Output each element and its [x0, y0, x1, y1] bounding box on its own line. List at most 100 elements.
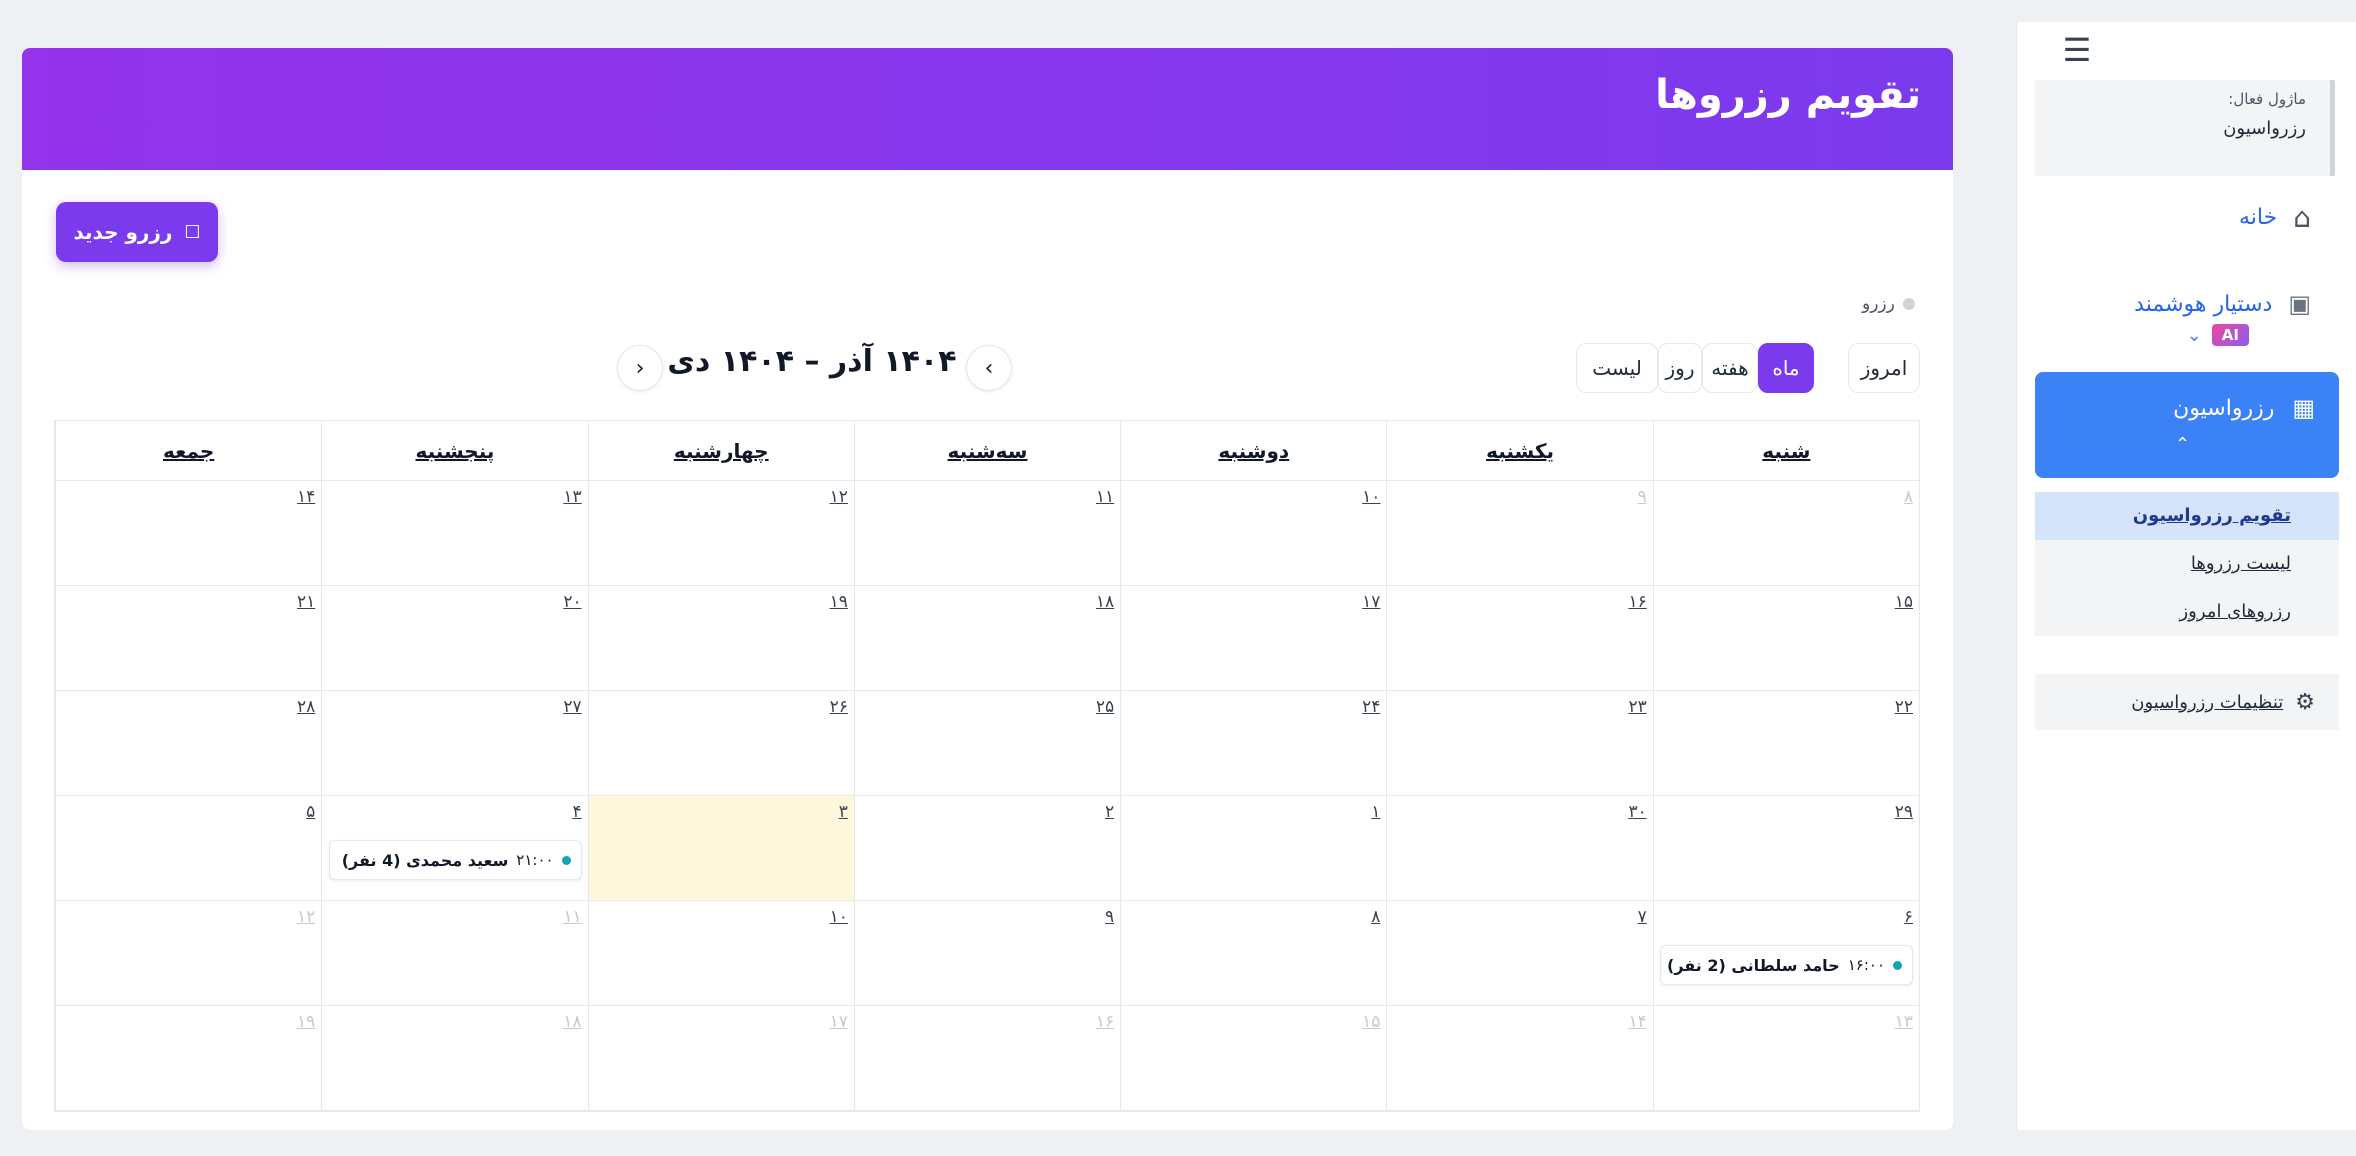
day-number[interactable]: ۲۱ — [297, 592, 315, 612]
calendar-day-cell[interactable]: ۸ — [1652, 481, 1919, 586]
calendar-day-cell[interactable]: ۱۸ — [853, 586, 1121, 691]
day-number[interactable]: ۱۱ — [563, 907, 581, 927]
day-number[interactable]: ۹ — [1638, 487, 1647, 507]
calendar-day-cell[interactable]: ۶ ۱۶:۰۰ حامد سلطانی (2 نفر) — [1652, 901, 1919, 1006]
calendar-day-cell[interactable]: ۲ — [853, 796, 1121, 901]
day-number[interactable]: ۸ — [1904, 487, 1913, 507]
calendar-day-cell[interactable]: ۱۲ — [55, 901, 322, 1006]
day-number[interactable]: ۲۹ — [1895, 802, 1913, 822]
day-number[interactable]: ۲۸ — [297, 697, 315, 717]
prev-range-button[interactable]: ‹ — [966, 345, 1012, 391]
day-number[interactable]: ۲۳ — [1628, 697, 1646, 717]
calendar-day-cell[interactable]: ۲۱ — [55, 586, 322, 691]
calendar-day-cell[interactable]: ۱۱ — [321, 901, 588, 1006]
calendar-day-cell[interactable]: ۹ — [1386, 481, 1653, 586]
calendar-day-cell[interactable]: ۱۶ — [853, 1006, 1121, 1111]
day-number[interactable]: ۲۰ — [563, 592, 581, 612]
day-number[interactable]: ۱۲ — [297, 907, 315, 927]
calendar-day-cell[interactable]: ۲۳ — [1386, 691, 1653, 796]
day-number[interactable]: ۲۲ — [1895, 697, 1913, 717]
calendar-day-cell[interactable]: ۴ ۲۱:۰۰ سعید محمدی (4 نفر) — [321, 796, 588, 901]
day-number[interactable]: ۸ — [1371, 907, 1380, 927]
day-number[interactable]: ۲۴ — [1362, 697, 1380, 717]
calendar-day-cell[interactable]: ۱۹ — [587, 586, 854, 691]
sidebar-item-ai-assistant[interactable]: ▣ دستیار هوشمند AI ⌄ — [2035, 290, 2335, 370]
day-number[interactable]: ۱۳ — [563, 487, 581, 507]
calendar-day-cell[interactable]: ۵ — [55, 796, 322, 901]
view-list-button[interactable]: لیست — [1576, 343, 1658, 393]
day-number[interactable]: ۱۶ — [1096, 1012, 1114, 1032]
calendar-day-cell[interactable]: ۱۱ — [853, 481, 1121, 586]
sidebar-item-reservations[interactable]: ▦ رزرواسیون ⌃ — [2035, 372, 2339, 478]
view-month-button[interactable]: ماه — [1758, 343, 1814, 393]
calendar-day-cell[interactable]: ۸ — [1120, 901, 1387, 1006]
calendar-day-cell[interactable]: ۱۶ — [1386, 586, 1653, 691]
calendar-day-cell[interactable]: ۱۷ — [587, 1006, 854, 1111]
calendar-day-cell[interactable]: ۱۳ — [1652, 1006, 1919, 1111]
calendar-day-cell[interactable]: ۱ — [1120, 796, 1387, 901]
day-number[interactable]: ۷ — [1638, 907, 1647, 927]
day-number[interactable]: ۱۴ — [297, 487, 315, 507]
view-week-button[interactable]: هفته — [1702, 343, 1758, 393]
calendar-day-cell[interactable]: ۱۰ — [1120, 481, 1387, 586]
reservation-event[interactable]: ۱۶:۰۰ حامد سلطانی (2 نفر) — [1660, 945, 1913, 985]
day-number[interactable]: ۱۰ — [830, 907, 848, 927]
day-number[interactable]: ۶ — [1904, 907, 1913, 927]
day-number[interactable]: ۱۹ — [830, 592, 848, 612]
day-number[interactable]: ۱۵ — [1362, 1012, 1380, 1032]
day-number[interactable]: ۱۳ — [1895, 1012, 1913, 1032]
chevron-down-icon[interactable]: ⌄ — [2187, 325, 2202, 346]
calendar-day-cell[interactable]: ۲۷ — [321, 691, 588, 796]
day-number[interactable]: ۱۲ — [830, 487, 848, 507]
chevron-up-icon[interactable]: ⌃ — [2175, 434, 2190, 455]
submenu-item-today[interactable]: رزروهای امروز — [2035, 588, 2339, 636]
day-number[interactable]: ۳ — [839, 802, 848, 822]
calendar-day-cell[interactable]: ۱۷ — [1120, 586, 1387, 691]
day-number[interactable]: ۲ — [1105, 802, 1114, 822]
calendar-day-cell[interactable]: ۲۴ — [1120, 691, 1387, 796]
calendar-day-cell[interactable]: ۱۴ — [1386, 1006, 1653, 1111]
day-number[interactable]: ۱۸ — [1096, 592, 1114, 612]
reservation-event[interactable]: ۲۱:۰۰ سعید محمدی (4 نفر) — [328, 840, 582, 880]
sidebar-item-home[interactable]: ⌂ خانه — [2035, 192, 2335, 242]
calendar-day-cell[interactable]: ۱۰ — [587, 901, 854, 1006]
calendar-day-cell[interactable]: ۲۸ — [55, 691, 322, 796]
day-number[interactable]: ۱۷ — [1362, 592, 1380, 612]
day-number[interactable]: ۱۴ — [1628, 1012, 1646, 1032]
calendar-day-cell[interactable]: ۲۵ — [853, 691, 1121, 796]
day-number[interactable]: ۵ — [306, 802, 315, 822]
submenu-item-calendar[interactable]: تقویم رزرواسیون — [2035, 492, 2339, 540]
calendar-day-cell[interactable]: ۳ — [587, 796, 854, 901]
calendar-day-cell[interactable]: ۱۲ — [587, 481, 854, 586]
calendar-day-cell[interactable]: ۲۰ — [321, 586, 588, 691]
day-number[interactable]: ۱ — [1371, 802, 1380, 822]
calendar-day-cell[interactable]: ۲۶ — [587, 691, 854, 796]
calendar-day-cell[interactable]: ۷ — [1386, 901, 1653, 1006]
view-day-button[interactable]: روز — [1658, 343, 1702, 393]
day-number[interactable]: ۱۰ — [1362, 487, 1380, 507]
day-number[interactable]: ۱۸ — [563, 1012, 581, 1032]
calendar-day-cell[interactable]: ۱۵ — [1652, 586, 1919, 691]
today-button[interactable]: امروز — [1848, 343, 1920, 393]
day-number[interactable]: ۱۱ — [1096, 487, 1114, 507]
calendar-day-cell[interactable]: ۱۹ — [55, 1006, 322, 1111]
day-number[interactable]: ۳۰ — [1628, 802, 1646, 822]
day-number[interactable]: ۹ — [1105, 907, 1114, 927]
calendar-day-cell[interactable]: ۱۵ — [1120, 1006, 1387, 1111]
day-number[interactable]: ۱۶ — [1628, 592, 1646, 612]
calendar-day-cell[interactable]: ۳۰ — [1386, 796, 1653, 901]
day-number[interactable]: ۲۷ — [563, 697, 581, 717]
day-number[interactable]: ۲۶ — [830, 697, 848, 717]
day-number[interactable]: ۱۷ — [830, 1012, 848, 1032]
calendar-day-cell[interactable]: ۲۹ — [1652, 796, 1919, 901]
sidebar-item-settings[interactable]: ⚙ تنظیمات رزرواسیون — [2035, 674, 2339, 730]
next-range-button[interactable]: › — [617, 345, 663, 391]
day-number[interactable]: ۲۵ — [1096, 697, 1114, 717]
calendar-day-cell[interactable]: ۲۲ — [1652, 691, 1919, 796]
day-number[interactable]: ۱۹ — [297, 1012, 315, 1032]
submenu-item-list[interactable]: لیست رزروها — [2035, 540, 2339, 588]
new-reservation-button[interactable]: ☐ رزرو جدید — [56, 202, 218, 262]
calendar-day-cell[interactable]: ۱۸ — [321, 1006, 588, 1111]
day-number[interactable]: ۴ — [572, 802, 581, 822]
calendar-day-cell[interactable]: ۱۴ — [55, 481, 322, 586]
